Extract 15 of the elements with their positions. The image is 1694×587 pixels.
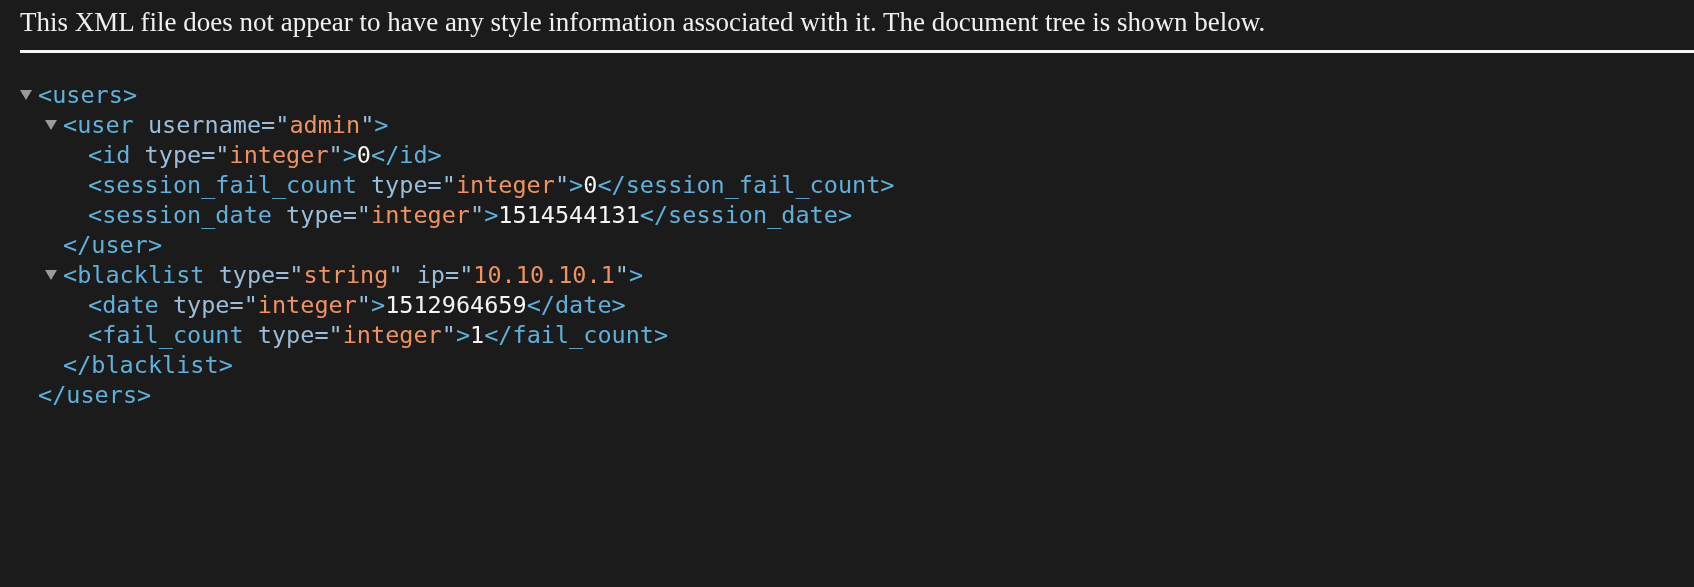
- code-line: <blacklist type="string" ip="10.10.10.1">: [63, 260, 644, 290]
- collapse-triangle-icon[interactable]: [45, 270, 57, 280]
- code-line: </blacklist>: [63, 350, 233, 380]
- collapse-triangle-icon[interactable]: [20, 90, 32, 100]
- code-line: <user username="admin">: [63, 110, 389, 140]
- notice-text: This XML file does not appear to have any style information associated with it. The document tree is shown below.: [20, 6, 1267, 39]
- code-line: </users>: [38, 380, 152, 410]
- code-line: <users>: [38, 80, 138, 110]
- code-line: <id type="integer">0</id>: [88, 140, 442, 170]
- code-line: <date type="integer">1512964659</date>: [88, 290, 626, 320]
- code-line: <fail_count type="integer">1</fail_count>: [88, 320, 669, 350]
- code-line: </user>: [63, 230, 163, 260]
- code-line: <session_fail_count type="integer">0</session_fail_count>: [88, 170, 895, 200]
- collapse-triangle-icon[interactable]: [45, 120, 57, 130]
- code-line: <session_date type="integer">1514544131</session_date>: [88, 200, 853, 230]
